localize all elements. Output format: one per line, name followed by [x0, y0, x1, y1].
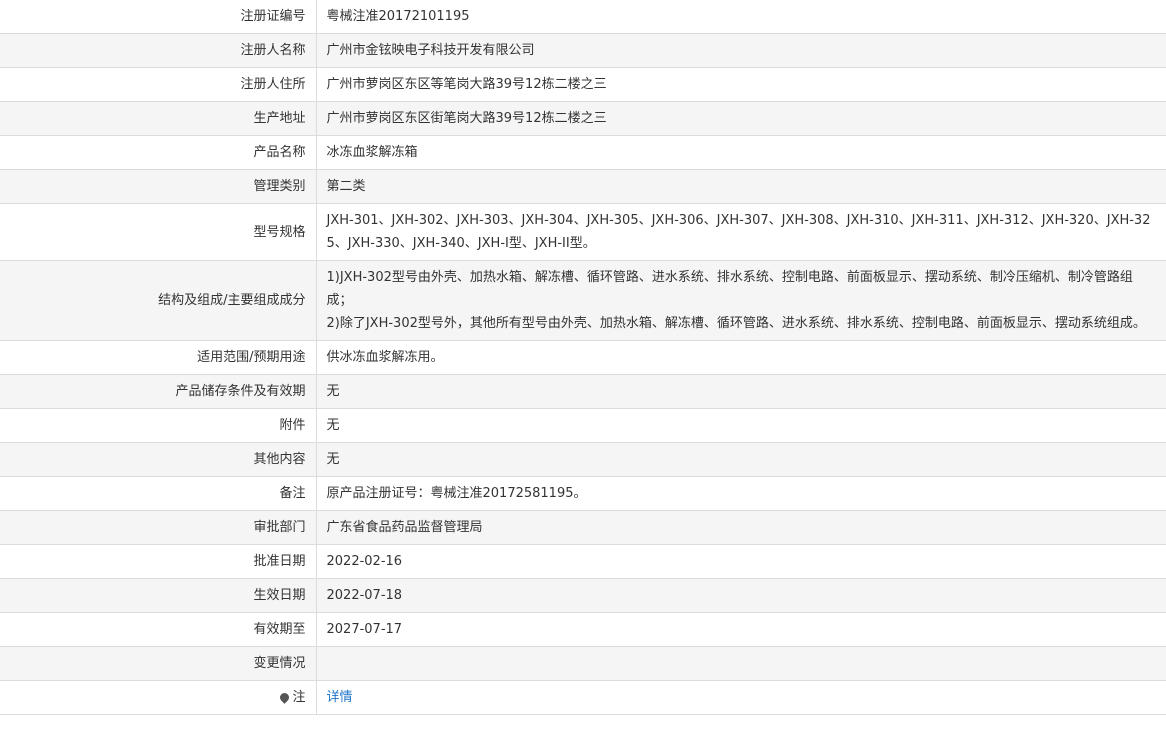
field-label: 生效日期: [0, 578, 317, 613]
field-value: 粤械注准20172101195: [315, 0, 1166, 34]
field-label: 注册人名称: [0, 33, 317, 68]
field-label: 管理类别: [0, 169, 317, 204]
row-accessories: 附件 无: [0, 408, 1166, 443]
field-value: 无: [315, 408, 1166, 443]
row-registration-number: 注册证编号 粤械注准20172101195: [0, 0, 1166, 34]
field-value: 2022-07-18: [315, 578, 1166, 613]
field-value: 2022-02-16: [315, 544, 1166, 579]
field-label: 结构及组成/主要组成成分: [0, 260, 317, 341]
field-label: 审批部门: [0, 510, 317, 545]
pin-icon: [278, 691, 292, 704]
field-label: 产品名称: [0, 135, 317, 170]
field-value: 2027-07-17: [315, 612, 1166, 647]
field-label: 其他内容: [0, 442, 317, 477]
field-label: 注册人住所: [0, 67, 317, 102]
row-model-specification: 型号规格 JXH-301、JXH-302、JXH-303、JXH-304、JXH…: [0, 203, 1166, 261]
note-label: 注: [292, 690, 306, 705]
field-label: 变更情况: [0, 646, 317, 681]
field-value: 1)JXH-302型号由外壳、加热水箱、解冻槽、循环管路、进水系统、排水系统、控…: [315, 260, 1166, 341]
field-value: 无: [315, 442, 1166, 477]
field-label: 注册证编号: [0, 0, 317, 34]
details-link[interactable]: 详情: [327, 690, 353, 705]
row-other-content: 其他内容 无: [0, 442, 1166, 477]
composition-line: 1)JXH-302型号由外壳、加热水箱、解冻槽、循环管路、进水系统、排水系统、控…: [326, 270, 1133, 308]
row-note: 注 详情: [0, 680, 1166, 715]
row-management-category: 管理类别 第二类: [0, 169, 1166, 204]
row-structure-composition: 结构及组成/主要组成成分 1)JXH-302型号由外壳、加热水箱、解冻槽、循环管…: [0, 260, 1166, 341]
field-label: 附件: [0, 408, 317, 443]
row-remarks: 备注 原产品注册证号：粤械注准20172581195。: [0, 476, 1166, 511]
field-label: 批准日期: [0, 544, 317, 579]
field-value: 广东省食品药品监督管理局: [315, 510, 1166, 545]
field-label: 适用范围/预期用途: [0, 340, 317, 375]
field-value: JXH-301、JXH-302、JXH-303、JXH-304、JXH-305、…: [315, 203, 1166, 261]
row-product-name: 产品名称 冰冻血浆解冻箱: [0, 135, 1166, 170]
field-value: 详情: [315, 680, 1166, 715]
field-label: 生产地址: [0, 101, 317, 136]
field-label: 备注: [0, 476, 317, 511]
field-label: 产品储存条件及有效期: [0, 374, 317, 409]
registration-detail-table: 注册证编号 粤械注准20172101195 注册人名称 广州市金铉映电子科技开发…: [0, 0, 1166, 715]
field-value: 第二类: [315, 169, 1166, 204]
field-value: 原产品注册证号：粤械注准20172581195。: [315, 476, 1166, 511]
row-storage-conditions: 产品储存条件及有效期 无: [0, 374, 1166, 409]
row-valid-until: 有效期至 2027-07-17: [0, 612, 1166, 647]
field-label: 注: [0, 680, 317, 715]
field-value: 供冰冻血浆解冻用。: [315, 340, 1166, 375]
row-effective-date: 生效日期 2022-07-18: [0, 578, 1166, 613]
row-approval-date: 批准日期 2022-02-16: [0, 544, 1166, 579]
field-value: 冰冻血浆解冻箱: [315, 135, 1166, 170]
field-value: 广州市金铉映电子科技开发有限公司: [315, 33, 1166, 68]
row-registrant-address: 注册人住所 广州市萝岗区东区等笔岗大路39号12栋二楼之三: [0, 67, 1166, 102]
field-value: 广州市萝岗区东区街笔岗大路39号12栋二楼之三: [315, 101, 1166, 136]
row-intended-use: 适用范围/预期用途 供冰冻血浆解冻用。: [0, 340, 1166, 375]
row-production-address: 生产地址 广州市萝岗区东区街笔岗大路39号12栋二楼之三: [0, 101, 1166, 136]
field-value: 广州市萝岗区东区等笔岗大路39号12栋二楼之三: [315, 67, 1166, 102]
field-label: 型号规格: [0, 203, 317, 261]
row-approval-department: 审批部门 广东省食品药品监督管理局: [0, 510, 1166, 545]
row-registrant-name: 注册人名称 广州市金铉映电子科技开发有限公司: [0, 33, 1166, 68]
field-label: 有效期至: [0, 612, 317, 647]
field-value: [315, 646, 1166, 681]
field-value: 无: [315, 374, 1166, 409]
row-change-history: 变更情况: [0, 646, 1166, 681]
composition-line: 2)除了JXH-302型号外，其他所有型号由外壳、加热水箱、解冻槽、循环管路、进…: [326, 316, 1146, 331]
